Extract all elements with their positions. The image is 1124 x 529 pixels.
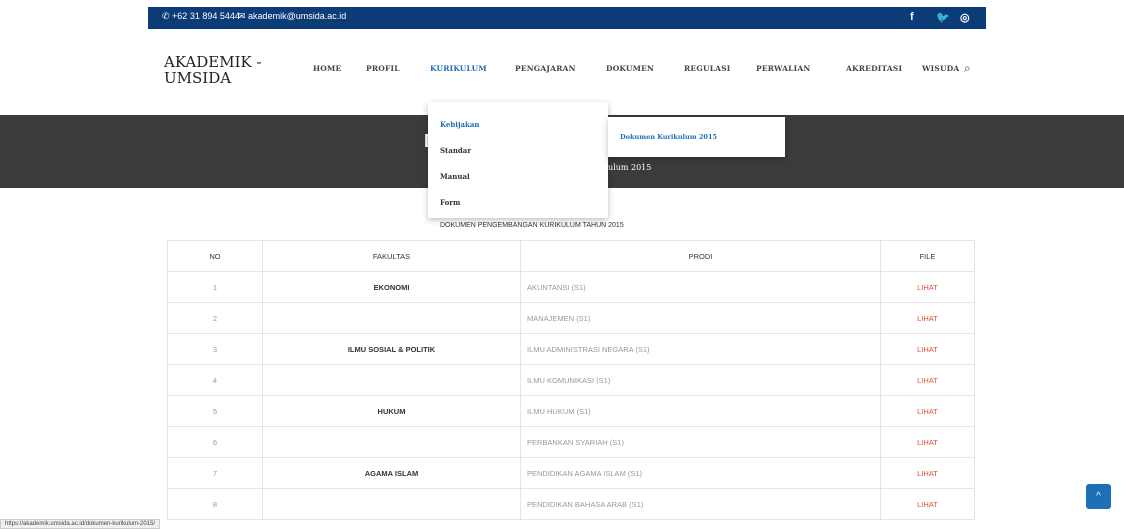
row-prodi: ILMU KOMUNIKASI (S1) xyxy=(520,364,881,396)
row-prodi: PENDIDIKAN AGAMA ISLAM (S1) xyxy=(520,457,881,489)
row-prodi: PENDIDIKAN BAHASA ARAB (S1) xyxy=(520,488,881,520)
row-fakultas: AGAMA ISLAM xyxy=(262,457,521,489)
chevron-up-icon: ^ xyxy=(1096,491,1101,502)
view-file-link[interactable]: LIHAT xyxy=(880,271,975,303)
kurikulum-dropdown: Kebijakan Standar Manual Form xyxy=(428,102,608,218)
table-row: 2 MANAJEMEN (S1) LIHAT xyxy=(167,302,975,334)
back-to-top-button[interactable]: ^ xyxy=(1086,484,1111,509)
menu-item-form[interactable]: Form xyxy=(440,198,460,207)
row-prodi: AKUNTANSI (S1) xyxy=(520,271,881,303)
curriculum-table: NO FAKULTAS PRODI FILE 1 EKONOMI AKUNTAN… xyxy=(167,240,975,520)
facebook-icon[interactable]: f xyxy=(910,11,914,23)
table-header-row: NO FAKULTAS PRODI FILE xyxy=(167,240,975,272)
submenu-item-dokumen-kurikulum[interactable]: Dokumen Kurikulum 2015 xyxy=(620,133,717,141)
row-prodi: MANAJEMEN (S1) xyxy=(520,302,881,334)
table-row: 6 PERBANKAN SYARIAH (S1) LIHAT xyxy=(167,426,975,458)
search-icon[interactable]: ⌕ xyxy=(964,61,971,76)
row-no: 1 xyxy=(167,271,263,303)
row-prodi: PERBANKAN SYARIAH (S1) xyxy=(520,426,881,458)
table-row: 7 AGAMA ISLAM PENDIDIKAN AGAMA ISLAM (S1… xyxy=(167,457,975,489)
twitter-icon[interactable]: 🐦 xyxy=(936,11,950,24)
header-fakultas: FAKULTAS xyxy=(262,240,521,272)
mail-icon: ✉ xyxy=(238,11,249,21)
view-file-link[interactable]: LIHAT xyxy=(880,395,975,427)
row-fakultas xyxy=(262,302,521,334)
row-fakultas xyxy=(262,364,521,396)
table-caption: DOKUMEN PENGEMBANGAN KURIKULUM TAHUN 201… xyxy=(440,222,624,229)
table-row: 1 EKONOMI AKUNTANSI (S1) LIHAT xyxy=(167,271,975,303)
row-no: 5 xyxy=(167,395,263,427)
nav-home[interactable]: HOME xyxy=(313,64,341,73)
menu-item-manual[interactable]: Manual xyxy=(440,172,470,181)
view-file-link[interactable]: LIHAT xyxy=(880,426,975,458)
header-no: NO xyxy=(167,240,263,272)
table-row: 3 ILMU SOSIAL & POLITIK ILMU ADMINISTRAS… xyxy=(167,333,975,365)
row-fakultas: EKONOMI xyxy=(262,271,521,303)
view-file-link[interactable]: LIHAT xyxy=(880,364,975,396)
row-no: 4 xyxy=(167,364,263,396)
row-fakultas xyxy=(262,426,521,458)
view-file-link[interactable]: LIHAT xyxy=(880,302,975,334)
nav-akreditasi[interactable]: AKREDITASI xyxy=(846,64,902,73)
nav-dokumen[interactable]: DOKUMEN xyxy=(606,64,654,73)
nav-pengajaran[interactable]: PENGAJARAN xyxy=(515,64,576,73)
email-address: akademik@umsida.ac.id xyxy=(248,11,347,21)
row-fakultas xyxy=(262,488,521,520)
menu-item-standar[interactable]: Standar xyxy=(440,146,471,155)
menu-item-kebijakan[interactable]: Kebijakan xyxy=(440,120,479,129)
nav-perwalian[interactable]: PERWALIAN xyxy=(756,64,810,73)
row-no: 2 xyxy=(167,302,263,334)
row-no: 6 xyxy=(167,426,263,458)
row-prodi: ILMU HUKUM (S1) xyxy=(520,395,881,427)
table-row: 8 PENDIDIKAN BAHASA ARAB (S1) LIHAT xyxy=(167,488,975,520)
nav-profil[interactable]: PROFIL xyxy=(366,64,400,73)
top-bar: ✆ +62 31 894 5444 ✉ akademik@umsida.ac.i… xyxy=(148,7,986,29)
row-fakultas: HUKUM xyxy=(262,395,521,427)
row-no: 3 xyxy=(167,333,263,365)
view-file-link[interactable]: LIHAT xyxy=(880,333,975,365)
row-no: 8 xyxy=(167,488,263,520)
phone-contact[interactable]: ✆ +62 31 894 5444 xyxy=(162,11,240,22)
view-file-link[interactable]: LIHAT xyxy=(880,488,975,520)
instagram-icon[interactable]: ◎ xyxy=(960,11,970,24)
header-prodi: PRODI xyxy=(520,240,881,272)
phone-icon: ✆ xyxy=(162,11,173,21)
kebijakan-submenu: Dokumen Kurikulum 2015 xyxy=(608,117,785,157)
nav-kurikulum[interactable]: KURIKULUM xyxy=(430,64,487,73)
nav-regulasi[interactable]: REGULASI xyxy=(684,64,731,73)
table-row: 4 ILMU KOMUNIKASI (S1) LIHAT xyxy=(167,364,975,396)
view-file-link[interactable]: LIHAT xyxy=(880,457,975,489)
status-bar-url: https://akademik.umsida.ac.id/dokumen-ku… xyxy=(0,519,161,529)
breadcrumb: ulum 2015 xyxy=(608,163,652,172)
email-contact[interactable]: ✉ akademik@umsida.ac.id xyxy=(238,11,346,22)
main-nav: HOME PROFIL KURIKULUM PENGAJARAN DOKUMEN… xyxy=(0,61,1124,80)
nav-wisuda[interactable]: WISUDA xyxy=(922,64,959,73)
row-no: 7 xyxy=(167,457,263,489)
header-file: FILE xyxy=(880,240,975,272)
row-prodi: ILMU ADMINISTRASI NEGARA (S1) xyxy=(520,333,881,365)
row-fakultas: ILMU SOSIAL & POLITIK xyxy=(262,333,521,365)
phone-number: +62 31 894 5444 xyxy=(172,11,240,21)
table-row: 5 HUKUM ILMU HUKUM (S1) LIHAT xyxy=(167,395,975,427)
